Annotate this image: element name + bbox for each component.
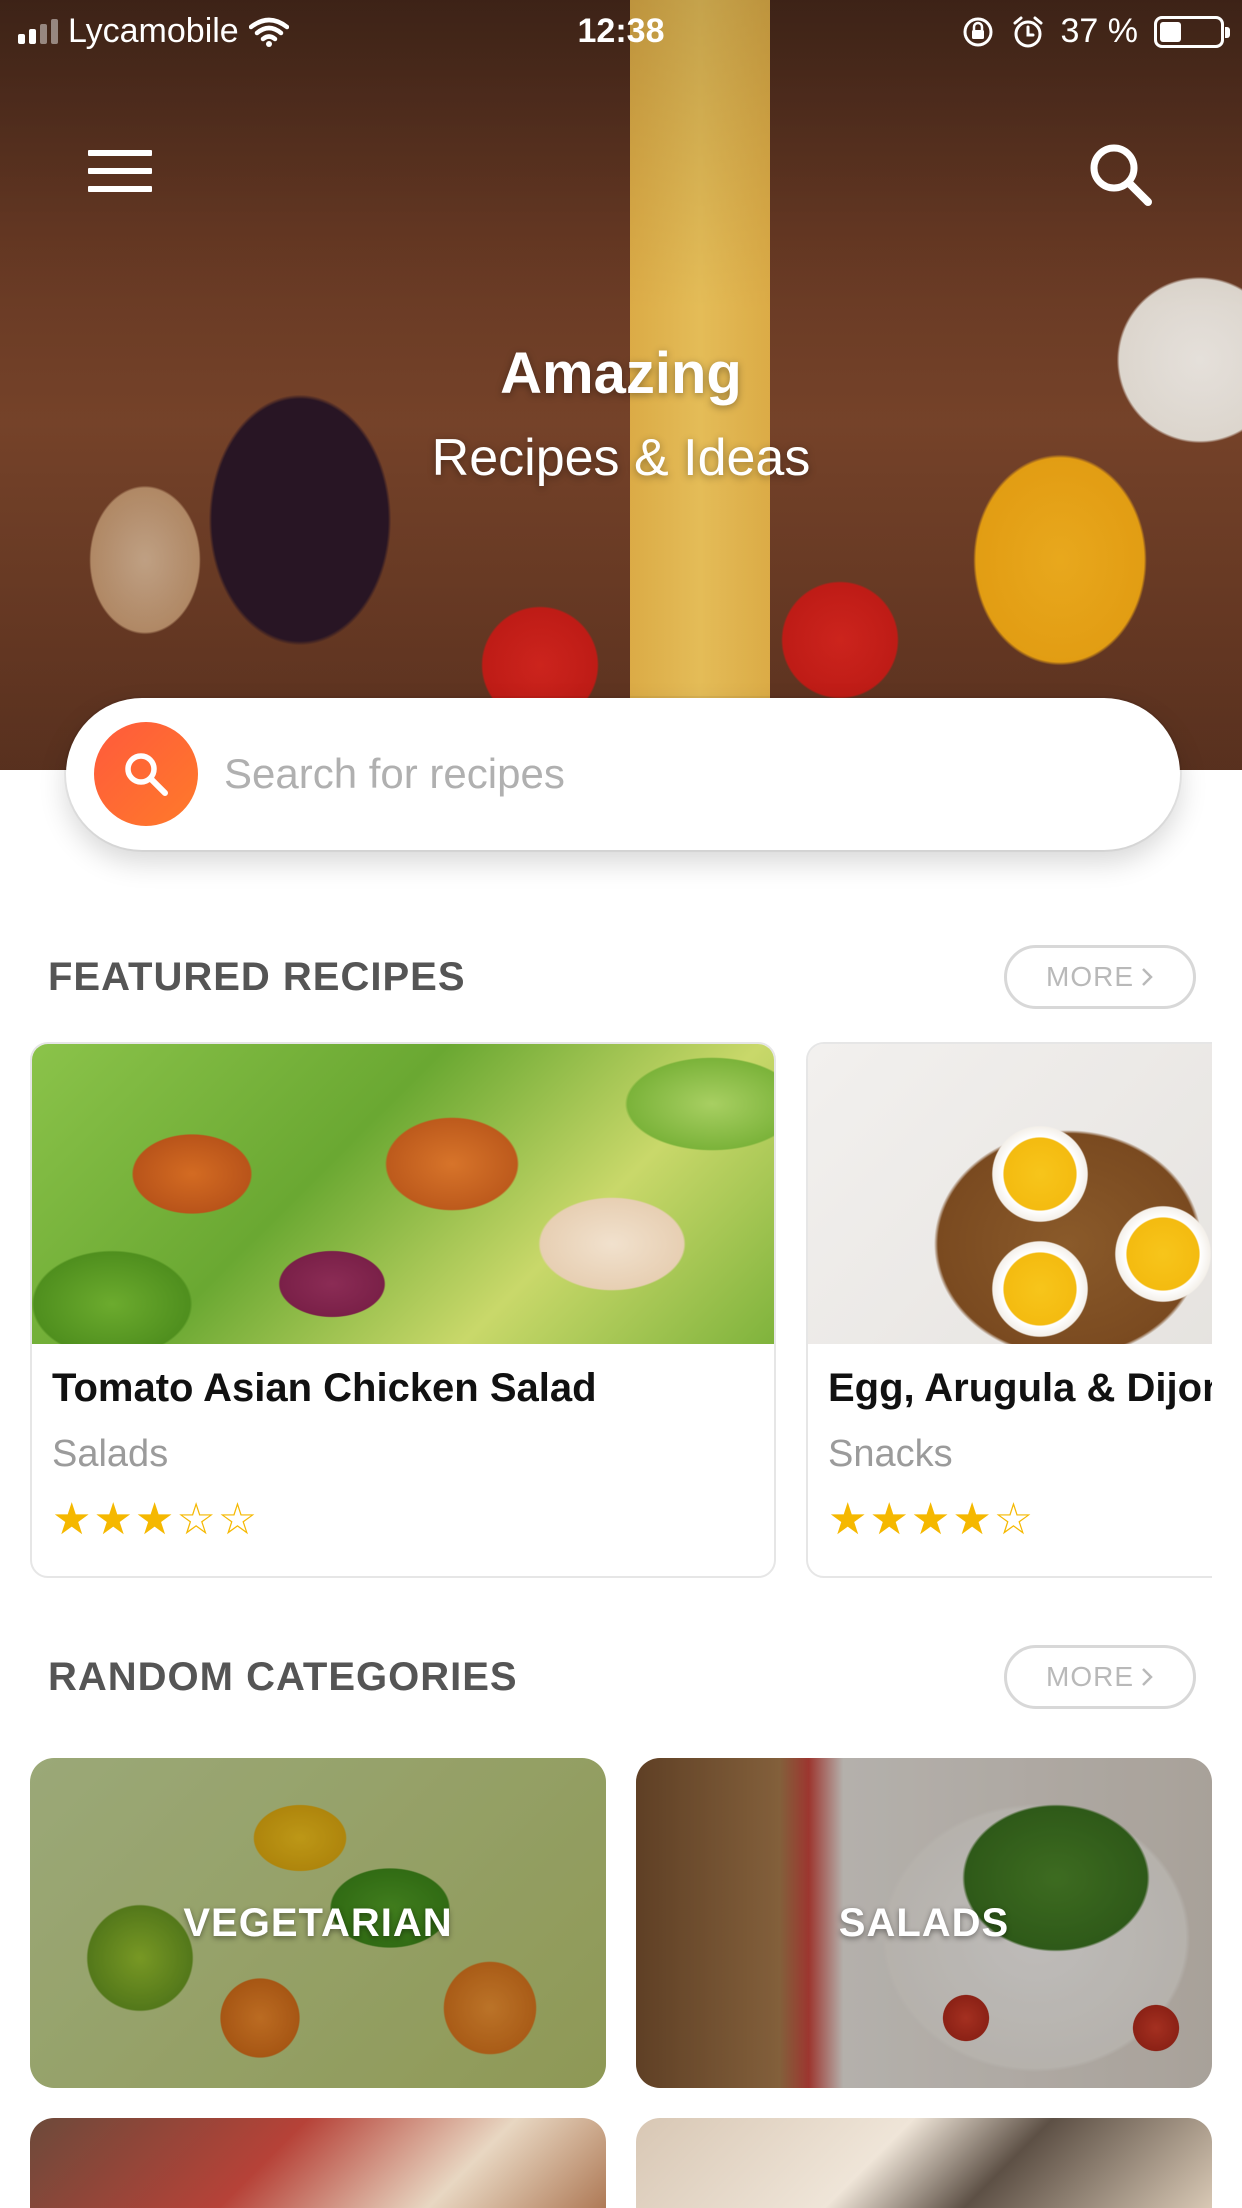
- categories-title: RANDOM CATEGORIES: [48, 1654, 518, 1699]
- featured-title: FEATURED RECIPES: [48, 954, 466, 999]
- status-bar: Lycamobile 12:38 37 %: [0, 0, 1242, 62]
- featured-carousel[interactable]: Tomato Asian Chicken Salad Salads ★★★☆☆ …: [30, 1042, 1212, 1578]
- category-tile-vegetarian[interactable]: VEGETARIAN: [30, 1758, 606, 2088]
- featured-header: FEATURED RECIPES MORE: [48, 944, 1196, 1010]
- hero-subtitle: Recipes & Ideas: [431, 429, 811, 487]
- search-icon: [125, 753, 168, 796]
- chevron-right-icon: [1142, 968, 1153, 986]
- hamburger-icon-line: [88, 150, 152, 156]
- alarm-icon: [1013, 16, 1042, 47]
- hamburger-icon-line: [88, 168, 152, 174]
- rating-stars: ★★★☆☆: [52, 1495, 260, 1544]
- category-tile-partial[interactable]: [30, 2118, 606, 2208]
- category-tile-salads[interactable]: SALADS: [636, 1758, 1212, 2088]
- categories-header: RANDOM CATEGORIES MORE: [48, 1644, 1196, 1710]
- battery-icon: [1154, 15, 1230, 48]
- status-right: 37 %: [961, 12, 1230, 51]
- recipe-card[interactable]: Tomato Asian Chicken Salad Salads ★★★☆☆: [30, 1042, 776, 1578]
- recipe-body: Egg, Arugula & Dijon Snacks ★★★★☆: [808, 1344, 1212, 1545]
- more-label: MORE: [1046, 961, 1134, 992]
- featured-more-button[interactable]: MORE: [1004, 945, 1196, 1009]
- recipe-category: Snacks: [828, 1433, 953, 1475]
- rating-stars: ★★★★☆: [828, 1495, 1036, 1544]
- hero-title: Amazing: [500, 341, 742, 406]
- category-tile-partial[interactable]: [636, 2118, 1212, 2208]
- recipe-title: Egg, Arugula & Dijon: [828, 1366, 1212, 1410]
- categories-more-button[interactable]: MORE: [1004, 1645, 1196, 1709]
- search-button[interactable]: [94, 722, 198, 826]
- battery-percent: 37 %: [1060, 12, 1139, 50]
- battery-fill: [1160, 21, 1181, 42]
- recipe-card[interactable]: Egg, Arugula & Dijon Snacks ★★★★☆: [806, 1042, 1212, 1578]
- recipe-body: Tomato Asian Chicken Salad Salads ★★★☆☆: [32, 1344, 774, 1545]
- search-input[interactable]: [224, 750, 1084, 798]
- menu-button[interactable]: [88, 150, 152, 198]
- category-label: SALADS: [838, 1900, 1010, 1945]
- header-search-button[interactable]: [1086, 140, 1156, 210]
- search-icon: [1090, 144, 1152, 206]
- more-label: MORE: [1046, 1661, 1134, 1692]
- recipe-title: Tomato Asian Chicken Salad: [52, 1366, 597, 1410]
- hamburger-icon-line: [88, 186, 152, 192]
- recipe-image: [808, 1044, 1212, 1344]
- recipe-image: [32, 1044, 774, 1344]
- search-bar[interactable]: [66, 698, 1180, 850]
- rotation-lock-icon: [963, 17, 992, 46]
- chevron-right-icon: [1142, 1668, 1153, 1686]
- category-label: VEGETARIAN: [183, 1900, 453, 1945]
- recipe-category: Salads: [52, 1433, 169, 1475]
